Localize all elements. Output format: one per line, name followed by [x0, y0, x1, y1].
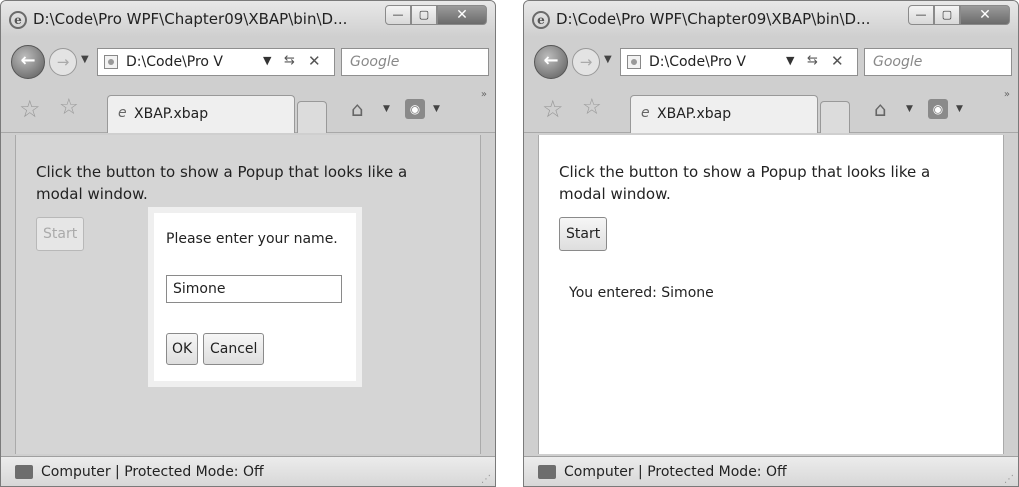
minimize-button[interactable]: — — [908, 5, 934, 25]
rss-icon[interactable]: ◉ — [405, 99, 425, 119]
search-input[interactable]: Google — [864, 48, 1012, 76]
browser-window-result: e D:\Code\Pro WPF\Chapter09\XBAP\bin\D..… — [523, 0, 1019, 487]
address-text: D:\Code\Pro V — [126, 54, 224, 70]
status-text: Computer | Protected Mode: Off — [41, 464, 264, 480]
page-icon — [104, 55, 118, 69]
favorites-star-icon[interactable]: ☆ — [542, 95, 564, 123]
stop-icon[interactable]: ✕ — [308, 52, 321, 70]
ok-button[interactable]: OK — [166, 333, 199, 365]
recent-pages-dropdown[interactable]: ▼ — [604, 54, 612, 65]
page-content: Click the button to show a Popup that lo… — [15, 135, 481, 454]
name-popup: Please enter your name. Simone OK Cancel — [148, 207, 362, 387]
rss-dropdown[interactable]: ▼ — [956, 104, 963, 114]
status-bar: Computer | Protected Mode: Off ⋰ — [524, 456, 1018, 486]
title-bar: e D:\Code\Pro WPF\Chapter09\XBAP\bin\D..… — [1, 1, 495, 37]
computer-icon — [15, 465, 33, 479]
navigation-bar: ← → ▼ D:\Code\Pro V ▼ ⇆ ✕ Google — [1, 39, 495, 85]
new-tab-button[interactable] — [820, 101, 850, 133]
more-tools-chevron-icon[interactable]: » — [481, 89, 487, 100]
resize-grip-icon[interactable]: ⋰ — [481, 474, 491, 485]
instruction-text: Click the button to show a Popup that lo… — [36, 163, 408, 203]
new-tab-button[interactable] — [297, 101, 327, 133]
recent-pages-dropdown[interactable]: ▼ — [81, 54, 89, 65]
minimize-button[interactable]: — — [385, 5, 411, 25]
address-bar[interactable]: D:\Code\Pro V ▼ ⇆ ✕ — [620, 48, 858, 76]
rss-dropdown[interactable]: ▼ — [433, 104, 440, 114]
tab-xbap[interactable]: e XBAP.xbap — [107, 95, 295, 133]
cancel-button[interactable]: Cancel — [203, 333, 265, 365]
address-dropdown[interactable]: ▼ — [263, 54, 271, 67]
forward-icon[interactable]: → — [49, 48, 77, 76]
home-icon[interactable]: ⌂ — [874, 97, 887, 121]
ie-logo-icon: e — [9, 11, 27, 29]
name-input[interactable]: Simone — [166, 275, 342, 303]
address-text: D:\Code\Pro V — [649, 54, 747, 70]
status-bar: Computer | Protected Mode: Off ⋰ — [1, 456, 495, 486]
popup-prompt: Please enter your name. — [166, 231, 338, 247]
address-bar[interactable]: D:\Code\Pro V ▼ ⇆ ✕ — [97, 48, 335, 76]
maximize-button[interactable]: ▢ — [411, 5, 437, 25]
add-favorites-icon[interactable]: ☆ — [59, 95, 79, 120]
page-content: Click the button to show a Popup that lo… — [538, 135, 1004, 454]
ie-tab-icon: e — [118, 105, 127, 121]
ie-tab-icon: e — [641, 105, 650, 121]
more-tools-chevron-icon[interactable]: » — [1004, 89, 1010, 100]
back-icon[interactable]: ← — [534, 45, 568, 79]
title-bar: e D:\Code\Pro WPF\Chapter09\XBAP\bin\D..… — [524, 1, 1018, 37]
computer-icon — [538, 465, 556, 479]
ie-logo-icon: e — [532, 11, 550, 29]
refresh-icon[interactable]: ⇆ — [807, 53, 818, 68]
window-title: D:\Code\Pro WPF\Chapter09\XBAP\bin\D... — [556, 10, 871, 28]
navigation-bar: ← → ▼ D:\Code\Pro V ▼ ⇆ ✕ Google — [524, 39, 1018, 85]
search-placeholder: Google — [873, 54, 923, 70]
resize-grip-icon[interactable]: ⋰ — [1004, 474, 1014, 485]
home-icon[interactable]: ⌂ — [351, 97, 364, 121]
search-placeholder: Google — [350, 54, 400, 70]
window-title: D:\Code\Pro WPF\Chapter09\XBAP\bin\D... — [33, 10, 348, 28]
search-input[interactable]: Google — [341, 48, 489, 76]
start-button[interactable]: Start — [559, 217, 608, 251]
status-text: Computer | Protected Mode: Off — [564, 464, 787, 480]
close-button[interactable]: ✕ — [437, 5, 487, 25]
stop-icon[interactable]: ✕ — [831, 52, 844, 70]
home-dropdown[interactable]: ▼ — [906, 104, 913, 114]
tab-xbap[interactable]: e XBAP.xbap — [630, 95, 818, 133]
start-button: Start — [36, 217, 85, 251]
forward-icon[interactable]: → — [572, 48, 600, 76]
browser-window-popup-open: e D:\Code\Pro WPF\Chapter09\XBAP\bin\D..… — [0, 0, 496, 487]
tab-bar: ☆ ☆ e XBAP.xbap ⌂ ▼ ◉ ▼ » — [1, 87, 495, 133]
address-dropdown[interactable]: ▼ — [786, 54, 794, 67]
add-favorites-icon[interactable]: ☆ — [582, 95, 602, 120]
favorites-star-icon[interactable]: ☆ — [19, 95, 41, 123]
back-icon[interactable]: ← — [11, 45, 45, 79]
result-text: You entered: Simone — [569, 285, 714, 301]
maximize-button[interactable]: ▢ — [934, 5, 960, 25]
tab-label: XBAP.xbap — [134, 106, 209, 122]
home-dropdown[interactable]: ▼ — [383, 104, 390, 114]
page-icon — [627, 55, 641, 69]
close-button[interactable]: ✕ — [960, 5, 1010, 25]
tab-bar: ☆ ☆ e XBAP.xbap ⌂ ▼ ◉ ▼ » — [524, 87, 1018, 133]
rss-icon[interactable]: ◉ — [928, 99, 948, 119]
tab-label: XBAP.xbap — [657, 106, 732, 122]
instruction-text: Click the button to show a Popup that lo… — [559, 163, 931, 203]
refresh-icon[interactable]: ⇆ — [284, 53, 295, 68]
